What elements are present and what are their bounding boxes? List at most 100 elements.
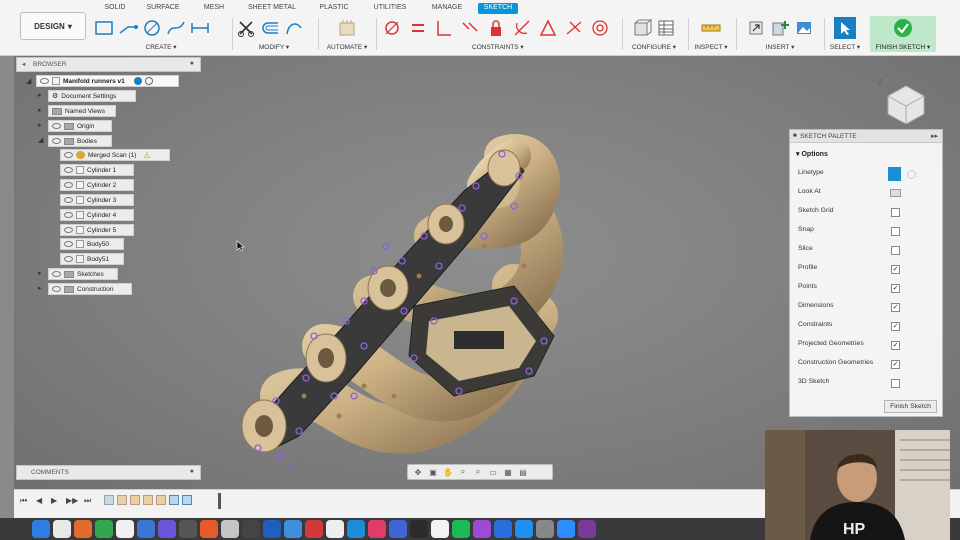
fillet-icon[interactable] — [284, 18, 304, 38]
eye-icon[interactable] — [64, 182, 73, 188]
eye-icon[interactable] — [64, 152, 73, 158]
offset-icon[interactable] — [260, 18, 280, 38]
tree-root[interactable]: Manifold runners v1 — [36, 75, 179, 87]
select-menu[interactable]: SELECT ▾ — [828, 43, 862, 51]
snap-checkbox[interactable] — [891, 227, 900, 236]
view-cube[interactable]: Z — [876, 74, 932, 124]
eye-icon[interactable] — [52, 123, 61, 129]
automate-icon[interactable] — [337, 18, 357, 38]
dock-app[interactable] — [410, 520, 428, 538]
tree-item-named-views[interactable]: Named Views — [48, 105, 116, 117]
pan-hand-icon[interactable]: ✋ — [442, 467, 454, 477]
dock-app[interactable] — [74, 520, 92, 538]
play-icon[interactable]: ▶ — [51, 496, 57, 505]
expand-arrow-icon[interactable]: ▸ — [38, 269, 42, 277]
perpendicular-icon[interactable] — [564, 18, 584, 38]
create-menu[interactable]: CREATE ▾ — [94, 43, 228, 51]
pin-icon[interactable]: ● — [190, 468, 194, 475]
tree-item-body50[interactable]: Body50 — [60, 238, 124, 250]
dimensions-checkbox[interactable]: ✓ — [891, 303, 900, 312]
dock-app[interactable] — [158, 520, 176, 538]
dock-app[interactable] — [200, 520, 218, 538]
concentric-icon[interactable] — [590, 18, 610, 38]
horizontal-vertical-icon[interactable] — [434, 18, 454, 38]
dock-app[interactable] — [326, 520, 344, 538]
construction-geometries-checkbox[interactable]: ✓ — [891, 360, 900, 369]
eye-icon[interactable] — [64, 212, 73, 218]
pin-icon[interactable]: ● — [190, 60, 194, 67]
tab-utilities[interactable]: UTILITIES — [364, 3, 416, 14]
browser-panel-header[interactable]: ◂ BROWSER ● — [16, 57, 201, 72]
finish-sketch-button[interactable]: FINISH SKETCH ▾ — [870, 16, 936, 52]
timeline-feature-icon[interactable] — [143, 495, 153, 505]
dock-app-finder[interactable] — [32, 520, 50, 538]
timeline-feature-icon[interactable] — [169, 495, 179, 505]
line-icon[interactable] — [118, 18, 138, 38]
dock-app[interactable] — [221, 520, 239, 538]
dock-app[interactable] — [389, 520, 407, 538]
fix-lock-icon[interactable] — [486, 18, 506, 38]
tree-item-body51[interactable]: Body51 — [60, 253, 124, 265]
equal-icon[interactable] — [408, 18, 428, 38]
step-forward-icon[interactable]: ▶▶ — [66, 496, 78, 505]
expand-arrow-icon[interactable]: ◢ — [26, 77, 31, 85]
display-settings-icon[interactable]: ▭ — [487, 467, 499, 477]
slice-checkbox[interactable] — [891, 246, 900, 255]
timeline-feature-icon[interactable] — [182, 495, 192, 505]
dock-app-calendar[interactable] — [431, 520, 449, 538]
tab-plastic[interactable]: PLASTIC — [304, 3, 364, 14]
projected-geometries-checkbox[interactable]: ✓ — [891, 341, 900, 350]
collinear-icon[interactable] — [460, 18, 480, 38]
dock-app[interactable] — [284, 520, 302, 538]
tab-solid[interactable]: SOLID — [92, 3, 138, 14]
triangle-icon[interactable] — [538, 18, 558, 38]
circle-icon[interactable] — [142, 18, 162, 38]
automate-menu[interactable]: AUTOMATE ▾ — [322, 43, 372, 51]
tab-sketch[interactable]: SKETCH — [478, 3, 518, 14]
profile-checkbox[interactable]: ✓ — [891, 265, 900, 274]
tangent-icon[interactable] — [512, 18, 532, 38]
tab-surface[interactable]: SURFACE — [138, 3, 188, 14]
palette-finish-sketch-button[interactable]: Finish Sketch — [884, 400, 937, 413]
dock-app[interactable] — [494, 520, 512, 538]
dock-app-chrome[interactable] — [53, 520, 71, 538]
collapse-arrow-icon[interactable]: ◂ — [22, 60, 25, 68]
timeline-marker[interactable] — [218, 493, 221, 509]
expand-arrow-icon[interactable]: ▸ — [38, 106, 42, 114]
eye-icon[interactable] — [64, 197, 73, 203]
tree-item-sketches[interactable]: Sketches — [48, 268, 118, 280]
dock-app[interactable] — [116, 520, 134, 538]
trim-icon[interactable] — [236, 18, 256, 38]
tree-item-construction[interactable]: Construction — [48, 283, 132, 295]
configure-cube-icon[interactable] — [632, 18, 652, 38]
timeline-feature-icon[interactable] — [156, 495, 166, 505]
eye-icon[interactable] — [52, 138, 61, 144]
tree-item-document-settings[interactable]: ⚙ Document Settings — [48, 90, 136, 102]
dock-app[interactable] — [95, 520, 113, 538]
go-to-end-icon[interactable]: ⏭ — [84, 496, 91, 506]
dock-app[interactable] — [263, 520, 281, 538]
dock-app-app-store[interactable] — [515, 520, 533, 538]
inspect-menu[interactable]: INSPECT ▾ — [692, 43, 730, 51]
orbit-icon[interactable]: ✥ — [412, 467, 424, 477]
tab-manage[interactable]: MANAGE — [416, 3, 478, 14]
expand-arrow-icon[interactable]: ▸ — [38, 91, 42, 99]
tree-item-cylinder-1[interactable]: Cylinder 1 — [60, 164, 134, 176]
constraints-checkbox[interactable]: ✓ — [891, 322, 900, 331]
comments-panel-header[interactable]: COMMENTS ● — [16, 465, 201, 480]
zoom-window-icon[interactable]: ⌕ — [472, 467, 484, 477]
dimension-icon[interactable] — [190, 18, 210, 38]
dock-app[interactable] — [179, 520, 197, 538]
spline-icon[interactable] — [166, 18, 186, 38]
tree-item-origin[interactable]: Origin — [48, 120, 112, 132]
eye-icon[interactable] — [52, 271, 61, 277]
tree-item-cylinder-5[interactable]: Cylinder 5 — [60, 224, 134, 236]
tree-item-merged-scan[interactable]: Merged Scan (1) ⚠ — [60, 149, 170, 161]
tree-item-cylinder-3[interactable]: Cylinder 3 — [60, 194, 134, 206]
eye-icon[interactable] — [52, 286, 61, 292]
tab-mesh[interactable]: MESH — [188, 3, 240, 14]
insert-derive-icon[interactable] — [746, 18, 766, 38]
3d-sketch-checkbox[interactable] — [891, 379, 900, 388]
linetype-centerline-button[interactable] — [907, 170, 916, 179]
rectangle-icon[interactable] — [94, 18, 114, 38]
